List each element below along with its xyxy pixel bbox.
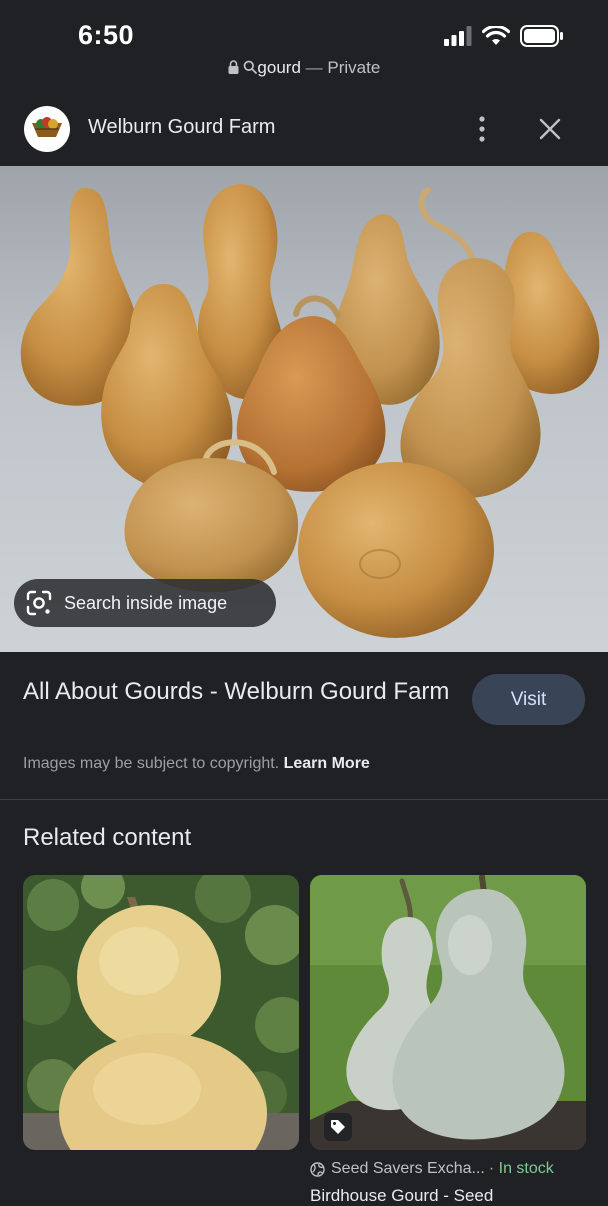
in-stock-label: · In stock [488,1160,554,1177]
cellular-signal-icon [444,26,472,46]
status-icons [444,24,564,48]
google-lens-icon [26,590,52,616]
clock: 6:50 [78,20,135,50]
copyright-text: Images may be subject to copyright. [23,755,280,772]
related-card-source-name: Seed Savers Excha... [331,1160,485,1177]
site-logo[interactable] [24,106,70,152]
gourd-basket-logo-icon [32,117,62,137]
globe-icon [310,1161,325,1177]
address-bar[interactable]: gourd — Private [0,58,608,78]
close-icon [539,118,561,140]
learn-more-link[interactable]: Learn More [284,755,370,772]
search-query: gourd [257,58,301,77]
related-content-heading: Related content [23,824,192,851]
search-inside-image-label: Search inside image [64,592,228,613]
status-bar: 6:50 [0,0,608,60]
visit-button[interactable]: Visit [472,674,585,725]
related-card-image[interactable] [23,875,299,1150]
related-card[interactable] [23,875,299,1205]
birdhouse-gourd-photo [310,875,586,1150]
copyright-notice: Images may be subject to copyright. Lear… [23,755,370,773]
wifi-icon [482,26,510,45]
search-inside-image-button[interactable]: Search inside image [14,579,276,627]
related-card-source: Seed Savers Excha... · In stock [310,1160,586,1178]
private-mode-label: Private [327,58,381,77]
battery-icon [520,25,563,47]
product-tag-badge [324,1113,352,1141]
tag-icon [331,1120,345,1134]
result-title[interactable]: All About Gourds - Welburn Gourd Farm [23,675,453,709]
related-card-title[interactable]: Birdhouse Gourd - Seed [310,1186,493,1206]
section-divider [0,799,608,800]
more-options-button[interactable] [470,114,494,144]
cream-gourd-photo [23,875,299,1150]
url-separator: — [305,58,323,77]
related-card-image[interactable] [310,875,586,1150]
related-card[interactable]: Seed Savers Excha... · In stock Birdhous… [310,875,586,1205]
site-header: Welburn Gourd Farm [0,100,608,162]
more-vert-icon [479,116,485,142]
lock-icon [228,60,239,74]
search-icon [244,60,258,74]
site-name[interactable]: Welburn Gourd Farm [88,116,275,139]
close-button[interactable] [534,114,566,144]
